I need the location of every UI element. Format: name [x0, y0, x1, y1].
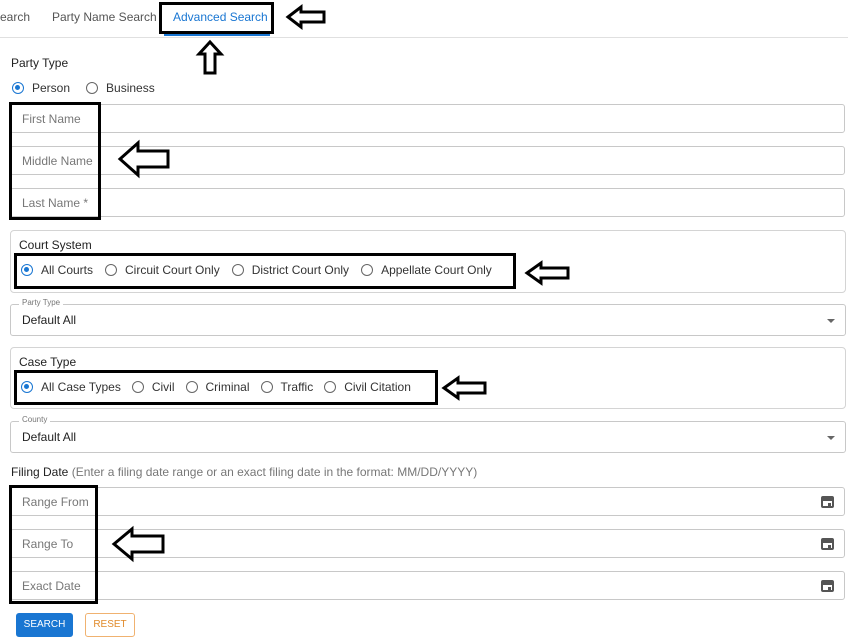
- filing-date-heading: Filing Date (Enter a filing date range o…: [11, 465, 477, 479]
- radio-unselected-icon: [361, 264, 374, 276]
- party-type-select-value: Default All: [22, 313, 77, 327]
- party-type-radio-group: Person Business: [12, 78, 155, 98]
- last-name-field[interactable]: Last Name *: [10, 188, 845, 217]
- search-button[interactable]: SEARCH: [16, 613, 73, 637]
- exact-date-placeholder: Exact Date: [22, 579, 81, 593]
- radio-unselected-icon: [260, 381, 273, 393]
- radio-appellate-court-only[interactable]: Appellate Court Only: [361, 263, 492, 277]
- case-type-title: Case Type: [19, 355, 77, 369]
- active-tab-indicator: [164, 34, 270, 36]
- exact-date-field[interactable]: Exact Date: [10, 571, 845, 600]
- county-select[interactable]: County Default All: [10, 415, 846, 453]
- county-select-legend: County: [19, 415, 51, 424]
- radio-unselected-icon: [324, 381, 337, 393]
- radio-business-label: Business: [106, 81, 155, 95]
- radio-selected-icon: [12, 82, 24, 94]
- last-name-placeholder: Last Name *: [22, 196, 89, 210]
- radio-selected-icon: [21, 381, 33, 393]
- arrow-left-icon: [117, 139, 170, 179]
- radio-civil-citation-label: Civil Citation: [344, 380, 411, 394]
- tab-search[interactable]: earch: [0, 0, 30, 36]
- radio-circuit-court-only[interactable]: Circuit Court Only: [105, 263, 220, 277]
- reset-button[interactable]: RESET: [85, 613, 135, 637]
- calendar-icon[interactable]: [821, 580, 834, 592]
- radio-appellate-court-label: Appellate Court Only: [381, 263, 492, 277]
- tab-advanced-search[interactable]: Advanced Search: [173, 0, 268, 36]
- calendar-icon[interactable]: [821, 496, 834, 508]
- radio-business[interactable]: Business: [86, 81, 155, 95]
- radio-all-courts[interactable]: All Courts: [21, 263, 93, 277]
- filing-date-title: Filing Date: [11, 465, 69, 479]
- tab-party-name-search[interactable]: Party Name Search: [52, 0, 157, 36]
- arrow-left-icon: [285, 3, 326, 31]
- radio-person[interactable]: Person: [12, 81, 70, 95]
- party-type-select-legend: Party Type: [19, 298, 64, 307]
- radio-district-court-label: District Court Only: [251, 263, 350, 277]
- radio-unselected-icon: [131, 381, 144, 393]
- radio-traffic-label: Traffic: [280, 380, 314, 394]
- radio-unselected-icon: [185, 381, 198, 393]
- tab-bar: earch Party Name Search Advanced Search: [0, 0, 848, 38]
- dropdown-caret-icon: [827, 436, 835, 440]
- court-system-title: Court System: [19, 238, 92, 252]
- party-type-title: Party Type: [11, 56, 69, 70]
- case-type-radio-group: All Case Types Civil Criminal Traffic Ci…: [21, 377, 411, 397]
- range-from-field[interactable]: Range From: [10, 487, 845, 516]
- radio-civil[interactable]: Civil: [131, 380, 175, 394]
- dropdown-caret-icon: [827, 319, 835, 323]
- radio-criminal-label: Criminal: [205, 380, 250, 394]
- radio-circuit-court-label: Circuit Court Only: [125, 263, 220, 277]
- radio-all-case-types[interactable]: All Case Types: [21, 380, 121, 394]
- filing-date-hint: (Enter a filing date range or an exact f…: [71, 465, 478, 479]
- first-name-placeholder: First Name: [22, 112, 81, 126]
- range-to-placeholder: Range To: [22, 537, 74, 551]
- radio-selected-icon: [21, 264, 33, 276]
- arrow-left-icon: [441, 375, 487, 401]
- radio-person-label: Person: [32, 81, 71, 95]
- radio-criminal[interactable]: Criminal: [185, 380, 250, 394]
- radio-civil-citation[interactable]: Civil Citation: [324, 380, 411, 394]
- radio-unselected-icon: [105, 264, 118, 276]
- arrow-up-icon: [195, 39, 225, 75]
- radio-unselected-icon: [86, 82, 99, 94]
- radio-all-courts-label: All Courts: [41, 263, 94, 277]
- arrow-left-icon: [524, 260, 570, 286]
- calendar-icon[interactable]: [821, 538, 834, 550]
- court-system-radio-group: All Courts Circuit Court Only District C…: [21, 260, 492, 280]
- radio-district-court-only[interactable]: District Court Only: [231, 263, 350, 277]
- first-name-field[interactable]: First Name: [10, 104, 845, 133]
- range-from-placeholder: Range From: [22, 495, 89, 509]
- radio-civil-label: Civil: [151, 380, 175, 394]
- radio-unselected-icon: [231, 264, 244, 276]
- party-type-select[interactable]: Party Type Default All: [10, 298, 846, 336]
- arrow-left-icon: [111, 525, 165, 563]
- middle-name-placeholder: Middle Name: [22, 154, 93, 168]
- county-select-value: Default All: [22, 430, 77, 444]
- radio-traffic[interactable]: Traffic: [260, 380, 314, 394]
- radio-all-case-types-label: All Case Types: [41, 380, 121, 394]
